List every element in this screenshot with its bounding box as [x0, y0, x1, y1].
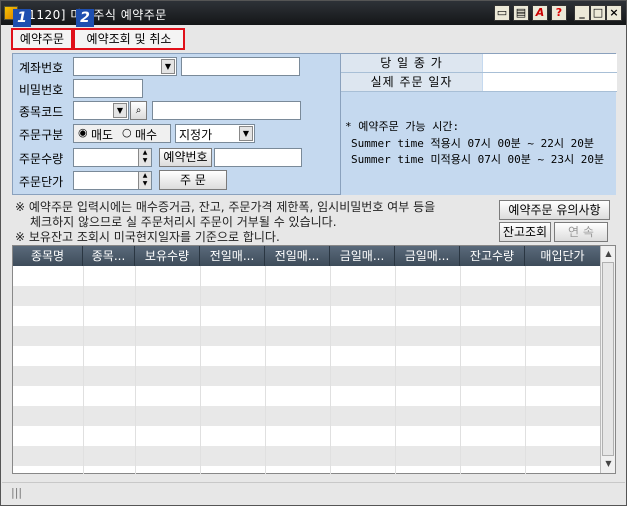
reserve-no-label: 예약번호 [159, 148, 212, 167]
actual-order-date-row: 실제 주문 일자 [341, 73, 617, 92]
radio-buy-icon[interactable]: ○ [122, 126, 132, 139]
window-icon[interactable]: ▭ [494, 5, 510, 21]
column-divider [460, 266, 461, 474]
col-prev-sell[interactable]: 전일매... [265, 246, 330, 266]
step-marker-2: 2 [76, 9, 94, 27]
order-type-group: ◉ 매도 ○ 매수 [73, 124, 171, 143]
order-type-label: 주문구분 [19, 128, 64, 142]
column-divider [525, 266, 526, 474]
account-label: 계좌번호 [19, 61, 64, 75]
scroll-up-icon[interactable]: ▲ [602, 247, 615, 261]
help-icon[interactable]: ? [551, 5, 567, 21]
info-panel: 당 일 종 가 실제 주문 일자 * 예약주문 가능 시간: Summer ti… [340, 54, 617, 195]
col-holding-qty[interactable]: 보유수량 [135, 246, 200, 266]
stock-code-label: 종목코드 [19, 105, 64, 119]
password-label: 비밀번호 [19, 83, 64, 97]
table-row[interactable] [13, 446, 601, 466]
prev-close-value [483, 54, 617, 72]
note-line-3: ※ 보유잔고 조회시 미국현지일자를 기준으로 합니다. [15, 230, 280, 244]
scroll-thumb[interactable] [602, 262, 614, 456]
col-stock-name[interactable]: 종목명 [13, 246, 83, 266]
chevron-down-icon[interactable]: ▼ [113, 103, 127, 118]
sell-label[interactable]: 매도 [91, 126, 113, 143]
balance-table: 종목명 종목... 보유수량 전일매... 전일매... 금일매... 금일매.… [12, 245, 616, 474]
vertical-scrollbar[interactable]: ▲ ▼ [600, 246, 615, 473]
order-form-panel: 계좌번호 ▼ 비밀번호 종목코드 ▼ ⌕ 주문구분 ◉ 매도 ○ 매수 지정가 … [12, 53, 617, 195]
maximize-icon[interactable]: □ [590, 5, 606, 21]
account-name-field [181, 57, 300, 76]
order-price-input[interactable]: ▲ ▼ [73, 171, 152, 190]
account-select[interactable]: ▼ [73, 57, 177, 76]
stock-name-field [152, 101, 301, 120]
chevron-down-icon[interactable]: ▼ [161, 59, 175, 74]
col-today-sell[interactable]: 금일매... [395, 246, 460, 266]
col-avg-price[interactable]: 매입단가 [525, 246, 601, 266]
prev-close-row: 당 일 종 가 [341, 54, 617, 73]
actual-order-date-value [483, 73, 617, 91]
order-button[interactable]: 주 문 [159, 170, 227, 190]
table-row[interactable] [13, 386, 601, 406]
table-row[interactable] [13, 346, 601, 366]
minimize-icon[interactable]: _ [574, 5, 590, 21]
radio-sell-icon[interactable]: ◉ [78, 126, 88, 139]
table-row[interactable] [13, 326, 601, 346]
col-balance-qty[interactable]: 잔고수량 [460, 246, 525, 266]
order-qty-input[interactable]: ▲ ▼ [73, 148, 152, 167]
balance-inquiry-button[interactable]: 잔고조회 [499, 222, 551, 242]
tab-reserve-inquiry-cancel[interactable]: 예약조회 및 취소 [73, 28, 185, 50]
grip-icon[interactable]: ||| [11, 486, 22, 499]
table-row[interactable] [13, 366, 601, 386]
price-type-select[interactable]: 지정가 ▼ [175, 124, 255, 143]
summer-applied-text: Summer time 적용시 07시 00분 ~ 22시 20분 [351, 137, 595, 150]
chevron-down-icon[interactable]: ▼ [239, 126, 253, 141]
password-input[interactable] [73, 79, 143, 98]
price-type-value: 지정가 [179, 128, 213, 142]
table-header: 종목명 종목... 보유수량 전일매... 전일매... 금일매... 금일매.… [13, 246, 601, 266]
caution-button[interactable]: 예약주문 유의사항 [499, 200, 610, 220]
close-icon[interactable]: × [606, 5, 622, 21]
col-prev-buy[interactable]: 전일매... [200, 246, 265, 266]
title-bar: [1120] 미국주식 예약주문 ▭ ▤ A ? _ □ × [1, 1, 626, 25]
status-bar: ||| [2, 482, 625, 504]
prev-close-label: 당 일 종 가 [341, 54, 482, 72]
col-stock-code[interactable]: 종목... [83, 246, 135, 266]
table-row[interactable] [13, 406, 601, 426]
continue-button[interactable]: 연 속 [554, 222, 608, 242]
buy-label[interactable]: 매수 [135, 126, 157, 143]
stock-code-input[interactable]: ▼ [73, 101, 129, 120]
summer-not-applied-text: Summer time 미적용시 07시 00분 ~ 23시 20분 [351, 153, 605, 166]
reserve-no-field [214, 148, 302, 167]
table-row[interactable] [13, 286, 601, 306]
font-icon[interactable]: A [532, 5, 548, 21]
order-qty-label: 주문수량 [19, 152, 64, 166]
step-marker-1: 1 [13, 9, 31, 27]
column-divider [135, 266, 136, 474]
actual-order-date-label: 실제 주문 일자 [341, 73, 482, 91]
lock-icon[interactable]: ▤ [513, 5, 529, 21]
column-divider [265, 266, 266, 474]
order-window: [1120] 미국주식 예약주문 ▭ ▤ A ? _ □ × 1 2 예약주문 … [0, 0, 627, 506]
column-divider [200, 266, 201, 474]
hours-title: * 예약주문 가능 시간: [345, 120, 460, 133]
col-today-buy[interactable]: 금일매... [330, 246, 395, 266]
table-row[interactable] [13, 266, 601, 286]
column-divider [83, 266, 84, 474]
window-title: [1120] 미국주식 예약주문 [23, 8, 167, 22]
stepper-icon[interactable]: ▲ ▼ [138, 149, 151, 166]
tab-reserve-order[interactable]: 예약주문 [11, 28, 73, 50]
stepper-icon[interactable]: ▲ ▼ [138, 172, 151, 189]
column-divider [395, 266, 396, 474]
notes-area: ※ 예약주문 입력시에는 매수증거금, 잔고, 주문가격 제한폭, 임시비밀번호… [12, 197, 616, 244]
table-row[interactable] [13, 426, 601, 446]
column-divider [330, 266, 331, 474]
table-row[interactable] [13, 306, 601, 326]
search-icon[interactable]: ⌕ [130, 101, 147, 120]
scroll-down-icon[interactable]: ▼ [602, 457, 615, 471]
order-price-label: 주문단가 [19, 175, 64, 189]
